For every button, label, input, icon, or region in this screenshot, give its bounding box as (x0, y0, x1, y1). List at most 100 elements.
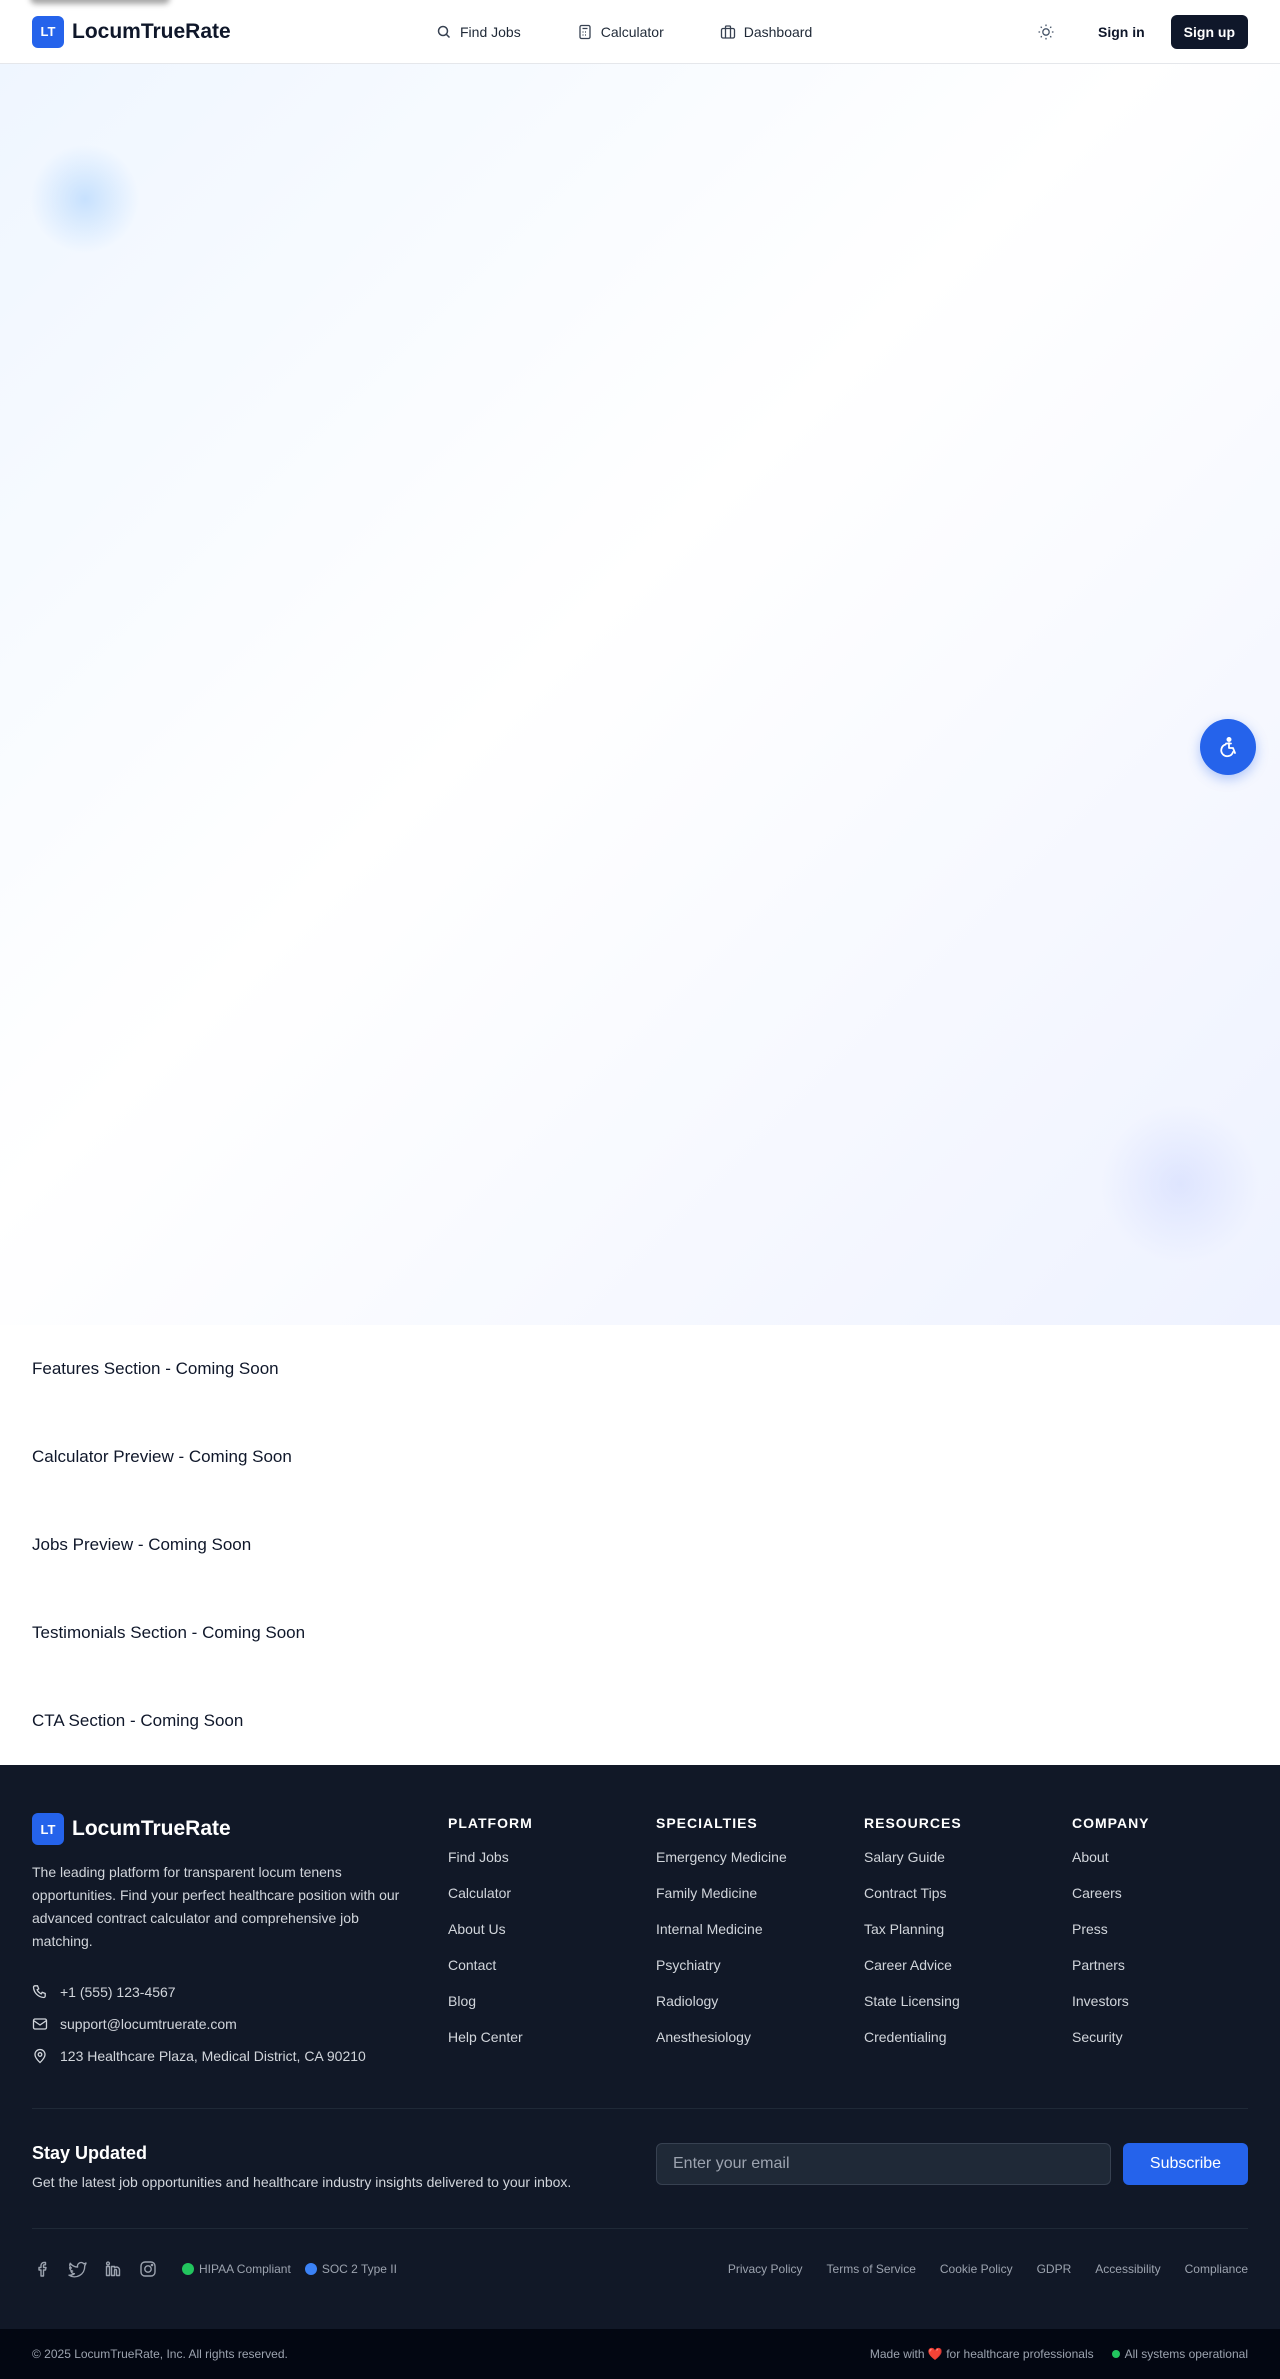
footer-link[interactable]: Press (1072, 1921, 1150, 1957)
footer-link[interactable]: About (1072, 1849, 1150, 1885)
instagram-icon[interactable] (137, 2259, 158, 2280)
footer-link[interactable]: Careers (1072, 1885, 1150, 1921)
footer-divider (32, 2228, 1248, 2229)
contact-phone-text: +1 (555) 123-4567 (60, 1984, 176, 2000)
signin-button[interactable]: Sign in (1098, 24, 1145, 40)
status-dot-icon (182, 2263, 194, 2275)
newsletter-email-input[interactable] (656, 2143, 1111, 2185)
nav-dashboard[interactable]: Dashboard (720, 24, 813, 40)
footer-column-title: SPECIALTIES (656, 1815, 758, 1831)
hero-section (0, 64, 1280, 1325)
placeholder-sections: Features Section - Coming Soon Calculato… (0, 1325, 1280, 1765)
footer-link[interactable]: Radiology (656, 1993, 787, 2029)
footer-link[interactable]: Credentialing (864, 2029, 962, 2065)
sun-icon (1038, 24, 1054, 40)
search-icon (437, 25, 451, 39)
footer-link[interactable]: Career Advice (864, 1957, 962, 1993)
contact-phone[interactable]: +1 (555) 123-4567 (32, 1976, 422, 2008)
accessibility-button[interactable] (1200, 719, 1256, 775)
nav-label: Dashboard (743, 24, 813, 40)
footer-link[interactable]: Help Center (448, 2029, 533, 2065)
main-nav: Find Jobs Calculator Dashboard (436, 0, 812, 64)
footer-contact: +1 (555) 123-4567 support@locumtruerate.… (32, 1976, 422, 2072)
nav-label: Find Jobs (460, 24, 521, 40)
contact-email[interactable]: support@locumtruerate.com (32, 2008, 422, 2040)
footer-column-title: PLATFORM (448, 1815, 533, 1831)
footer-link[interactable]: Contact (448, 1957, 533, 1993)
footer-link[interactable]: Emergency Medicine (656, 1849, 787, 1885)
subscribe-button[interactable]: Subscribe (1123, 2143, 1248, 2185)
contact-address-text: 123 Healthcare Plaza, Medical District, … (60, 2048, 366, 2064)
footer-link[interactable]: Internal Medicine (656, 1921, 787, 1957)
footer-column-title: COMPANY (1072, 1815, 1150, 1831)
twitter-icon[interactable] (67, 2259, 88, 2280)
footer-link[interactable]: Investors (1072, 1993, 1150, 2029)
legal-link-cookie[interactable]: Cookie Policy (940, 2262, 1013, 2276)
badge-label: HIPAA Compliant (199, 2262, 291, 2276)
nav-find-jobs[interactable]: Find Jobs (436, 24, 521, 40)
cta-placeholder: CTA Section - Coming Soon (32, 1711, 244, 1730)
nav-calculator[interactable]: Calculator (577, 24, 664, 40)
footer-link[interactable]: Partners (1072, 1957, 1150, 1993)
briefcase-icon (720, 25, 735, 39)
legal-link-terms[interactable]: Terms of Service (827, 2262, 916, 2276)
site-header: LT LocumTrueRate Find Jobs Calculator Da… (0, 0, 1280, 64)
footer-link[interactable]: Anesthesiology (656, 2029, 787, 2065)
footer-link[interactable]: Calculator (448, 1885, 533, 1921)
decorative-blob (1100, 1104, 1260, 1264)
copyright-bar: © 2025 LocumTrueRate, Inc. All rights re… (0, 2329, 1280, 2379)
heart-icon: ❤️ (927, 2347, 943, 2361)
toast-shadow (30, 0, 170, 4)
theme-toggle-button[interactable] (1028, 14, 1064, 50)
legal-link-accessibility[interactable]: Accessibility (1095, 2262, 1160, 2276)
footer-description: The leading platform for transparent loc… (32, 1864, 400, 1949)
footer-column-title: RESOURCES (864, 1815, 962, 1831)
status-dot-icon (1111, 2350, 1120, 2358)
footer-link[interactable]: Family Medicine (656, 1885, 787, 1921)
footer-column-specialties: SPECIALTIES Emergency Medicine Family Me… (656, 1815, 787, 2065)
system-status: All systems operational (1111, 2347, 1248, 2361)
footer-bottom-row: HIPAA Compliant SOC 2 Type II Privacy Po… (32, 2251, 1248, 2287)
logo-text: LocumTrueRate (72, 19, 231, 43)
phone-icon (32, 1985, 46, 1999)
map-pin-icon (34, 2048, 46, 2064)
facebook-icon[interactable] (32, 2259, 53, 2280)
footer-link[interactable]: Tax Planning (864, 1921, 962, 1957)
footer-divider (32, 2108, 1248, 2109)
logo[interactable]: LT LocumTrueRate (32, 15, 231, 48)
footer-link[interactable]: About Us (448, 1921, 533, 1957)
legal-link-gdpr[interactable]: GDPR (1037, 2262, 1072, 2276)
footer-link[interactable]: Security (1072, 2029, 1150, 2065)
footer-link[interactable]: Find Jobs (448, 1849, 533, 1885)
footer-brand: LT LocumTrueRate The leading platform fo… (32, 1813, 422, 2072)
footer-link[interactable]: Psychiatry (656, 1957, 787, 1993)
made-with-suffix: for healthcare professionals (946, 2347, 1094, 2361)
badge-label: SOC 2 Type II (321, 2262, 397, 2276)
social-links (32, 2259, 158, 2280)
footer-link[interactable]: Contract Tips (864, 1885, 962, 1921)
logo-mark: LT (32, 1813, 64, 1845)
decorative-blob (30, 144, 140, 254)
testimonials-placeholder: Testimonials Section - Coming Soon (32, 1623, 306, 1642)
signup-button[interactable]: Sign up (1170, 15, 1248, 49)
footer-column-resources: RESOURCES Salary Guide Contract Tips Tax… (864, 1815, 962, 2065)
header-actions: Sign in Sign up (1028, 0, 1248, 64)
footer-logo[interactable]: LT LocumTrueRate (32, 1813, 422, 1845)
made-with-prefix: Made with (869, 2347, 925, 2361)
accessibility-icon (1220, 737, 1236, 758)
contact-address: 123 Healthcare Plaza, Medical District, … (32, 2040, 422, 2072)
footer-link[interactable]: Blog (448, 1993, 533, 2029)
legal-link-privacy[interactable]: Privacy Policy (728, 2262, 803, 2276)
system-status-text: All systems operational (1124, 2347, 1248, 2361)
footer-link[interactable]: Salary Guide (864, 1849, 962, 1885)
soc2-badge: SOC 2 Type II (304, 2262, 397, 2276)
status-dot-icon (304, 2263, 317, 2275)
nav-label: Calculator (600, 24, 664, 40)
footer-link[interactable]: State Licensing (864, 1993, 962, 2029)
site-footer: LT LocumTrueRate The leading platform fo… (0, 1765, 1280, 2329)
legal-link-compliance[interactable]: Compliance (1185, 2262, 1248, 2276)
linkedin-icon[interactable] (102, 2259, 123, 2280)
footer-column-company: COMPANY About Careers Press Partners Inv… (1072, 1815, 1150, 2065)
copyright-right: Made with ❤️ for healthcare professional… (870, 2347, 1248, 2361)
hipaa-badge: HIPAA Compliant (182, 2262, 291, 2276)
